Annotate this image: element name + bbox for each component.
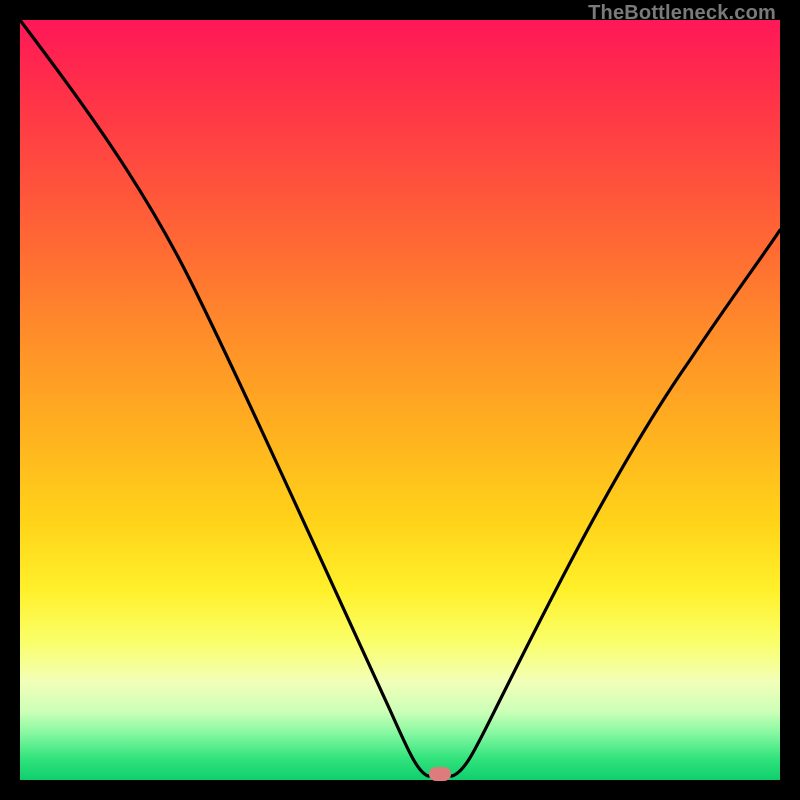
chart-frame: TheBottleneck.com (0, 0, 800, 800)
plot-area (20, 20, 780, 780)
optimal-marker (429, 767, 451, 781)
curve-svg (20, 20, 780, 780)
bottleneck-curve (20, 20, 780, 776)
